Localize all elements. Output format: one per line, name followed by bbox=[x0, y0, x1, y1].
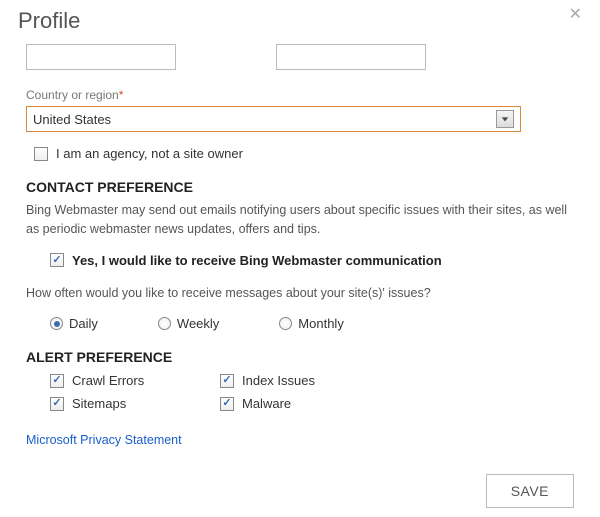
alert-crawl-checkbox[interactable] bbox=[50, 374, 64, 388]
freq-daily-radio[interactable] bbox=[50, 317, 63, 330]
freq-weekly-radio[interactable] bbox=[158, 317, 171, 330]
page-title: Profile bbox=[18, 8, 582, 34]
profile-input-2[interactable] bbox=[276, 44, 426, 70]
profile-input-1[interactable] bbox=[26, 44, 176, 70]
alert-index-checkbox[interactable] bbox=[220, 374, 234, 388]
communication-optin-checkbox[interactable] bbox=[50, 253, 64, 267]
alert-malware-checkbox[interactable] bbox=[220, 397, 234, 411]
alert-sitemaps-checkbox[interactable] bbox=[50, 397, 64, 411]
contact-pref-heading: CONTACT PREFERENCE bbox=[26, 179, 582, 195]
alert-malware-label: Malware bbox=[242, 396, 291, 411]
country-label-text: Country or region bbox=[26, 88, 119, 102]
country-label: Country or region* bbox=[26, 88, 582, 102]
agency-label: I am an agency, not a site owner bbox=[56, 146, 243, 161]
freq-daily-label: Daily bbox=[69, 316, 98, 331]
required-asterisk: * bbox=[119, 88, 124, 102]
contact-pref-desc: Bing Webmaster may send out emails notif… bbox=[26, 201, 582, 239]
agency-checkbox[interactable] bbox=[34, 147, 48, 161]
privacy-link[interactable]: Microsoft Privacy Statement bbox=[26, 433, 182, 447]
country-select[interactable]: United States bbox=[26, 106, 521, 132]
freq-monthly-radio[interactable] bbox=[279, 317, 292, 330]
chevron-down-icon bbox=[496, 110, 514, 128]
alert-sitemaps-label: Sitemaps bbox=[72, 396, 126, 411]
alert-pref-heading: ALERT PREFERENCE bbox=[26, 349, 582, 365]
alert-crawl-label: Crawl Errors bbox=[72, 373, 144, 388]
save-button[interactable]: SAVE bbox=[486, 474, 574, 508]
freq-weekly-label: Weekly bbox=[177, 316, 219, 331]
freq-monthly-label: Monthly bbox=[298, 316, 344, 331]
communication-optin-label: Yes, I would like to receive Bing Webmas… bbox=[72, 253, 442, 268]
country-value: United States bbox=[33, 112, 111, 127]
close-icon[interactable]: ✕ bbox=[569, 4, 582, 24]
profile-form-scroll[interactable]: Country or region* United States I am an… bbox=[0, 38, 600, 465]
alert-index-label: Index Issues bbox=[242, 373, 315, 388]
frequency-question: How often would you like to receive mess… bbox=[26, 284, 582, 303]
